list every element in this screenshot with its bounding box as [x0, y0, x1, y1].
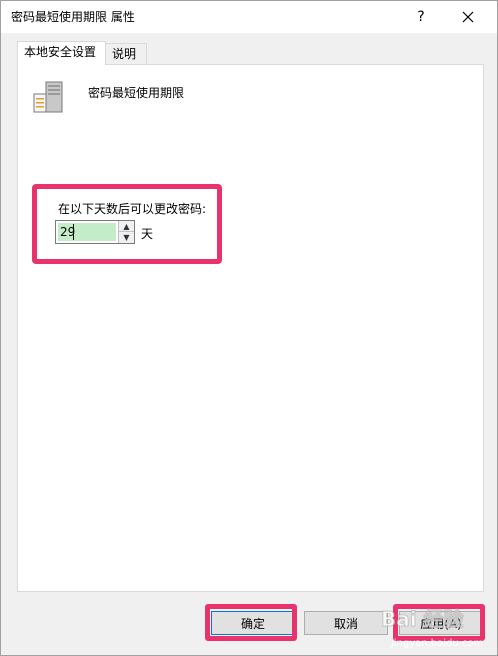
server-icon [33, 81, 63, 113]
days-spinbox[interactable]: ▲ ▼ [55, 220, 135, 244]
apply-highlight-frame [393, 604, 485, 641]
ok-highlight-frame [205, 604, 297, 641]
policy-name: 密码最短使用期限 [88, 86, 185, 100]
properties-dialog: 密码最短使用期限 属性 ? 本地安全设置 说明 密码最短使用期限 在以下天数后可… [0, 0, 498, 656]
tab-page: 密码最短使用期限 在以下天数后可以更改密码: ▲ ▼ 天 [17, 64, 484, 592]
text-cursor [73, 224, 74, 240]
days-unit-label: 天 [141, 227, 154, 241]
chevron-up-icon: ▲ [123, 221, 130, 231]
spin-down-button[interactable]: ▼ [118, 232, 134, 243]
window-title: 密码最短使用期限 属性 [11, 10, 135, 24]
chevron-down-icon: ▼ [123, 233, 130, 242]
days-label: 在以下天数后可以更改密码: [58, 202, 207, 216]
cancel-button[interactable]: 取消 [304, 611, 388, 635]
close-icon [462, 11, 474, 23]
close-button[interactable] [445, 1, 491, 33]
title-bar: 密码最短使用期限 属性 ? [1, 1, 497, 33]
tab-explain[interactable]: 说明 [105, 43, 147, 65]
days-input[interactable] [58, 223, 116, 241]
help-button[interactable]: ? [398, 1, 444, 33]
spin-up-button[interactable]: ▲ [118, 221, 134, 232]
tab-local-security-setting[interactable]: 本地安全设置 [17, 41, 106, 65]
help-icon: ? [417, 9, 425, 25]
